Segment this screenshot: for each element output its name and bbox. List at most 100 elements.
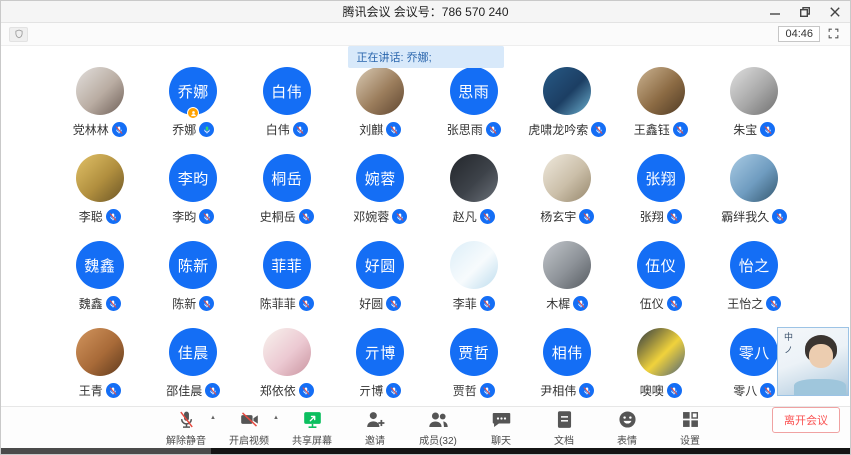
participant-tile[interactable]: 刘麒 [334,67,428,154]
mic-muted-icon[interactable] [106,383,121,398]
bottom-toolbar: 解除静音 ▲ 开启视频 ▲ 共享屏幕 邀请 成员(32) 聊天 文档 表情 设置… [1,406,850,448]
toolbar-button-members[interactable]: 成员(32) [416,409,460,447]
mic-muted-icon[interactable] [386,122,401,137]
participant-tile[interactable]: 亓博 亓博 [334,328,428,415]
minions-photo [637,328,685,376]
participant-tile[interactable]: 佳晨 邵佳晨 [147,328,241,415]
mic-muted-icon[interactable] [667,383,682,398]
mic-muted-icon[interactable] [480,383,495,398]
participant-tile[interactable]: 桐岳 史桐岳 [240,154,334,241]
participant-name: 刘麒 [359,121,383,138]
toolbar-button-mic-muted[interactable]: 解除静音 ▲ [164,409,208,447]
mic-active-icon[interactable] [199,122,214,137]
seal-cartoon-photo [450,241,498,289]
mic-muted-icon[interactable] [299,296,314,311]
participant-tile[interactable]: 党林林 [53,67,147,154]
mic-muted-icon[interactable] [760,383,775,398]
dark-hand-photo [450,154,498,202]
participant-tile[interactable]: 李菲 [427,241,521,328]
participant-tile[interactable]: 菲菲 陈菲菲 [240,241,334,328]
participant-tile[interactable]: 郑依依 [240,328,334,415]
mic-muted-icon[interactable] [480,209,495,224]
minimize-button[interactable] [760,1,790,23]
peace-sign-hand-photo [76,328,124,376]
mic-muted-icon[interactable] [667,296,682,311]
mic-muted-icon[interactable] [579,209,594,224]
mic-muted-icon[interactable] [106,296,121,311]
mic-muted-icon[interactable] [480,296,495,311]
participant-name: 邓婉蓉 [353,208,389,225]
camera-muted-icon [239,409,260,430]
participant-tile[interactable]: 赵凡 [427,154,521,241]
participant-tile[interactable]: 李昀 李昀 [147,154,241,241]
mic-muted-icon[interactable] [673,122,688,137]
toolbar-button-settings[interactable]: 设置 [668,409,712,447]
mic-muted-icon[interactable] [573,296,588,311]
mic-muted-icon[interactable] [386,296,401,311]
participant-tile[interactable]: 噢噢 [614,328,708,415]
person-sitting-photo [543,241,591,289]
host-badge-icon [187,107,199,119]
participant-tile[interactable]: 魏鑫 魏鑫 [53,241,147,328]
participant-tile[interactable]: 白伟 白伟 [240,67,334,154]
participant-name: 乔娜 [172,121,196,138]
mic-muted-icon[interactable] [199,209,214,224]
participant-name: 魏鑫 [79,295,103,312]
toolbar-button-doc[interactable]: 文档 [542,409,586,447]
toolbar-button-chat[interactable]: 聊天 [479,409,523,447]
mic-muted-icon[interactable] [392,209,407,224]
maximize-button[interactable] [790,1,820,23]
mic-muted-icon[interactable] [299,209,314,224]
boy-portrait-photo [356,67,404,115]
participant-tile[interactable]: 婉蓉 邓婉蓉 [334,154,428,241]
fullscreen-button[interactable] [827,27,842,42]
participant-tile[interactable]: 思雨 张思雨 [427,67,521,154]
mic-muted-icon[interactable] [760,122,775,137]
text-avatar: 佳晨 [169,328,217,376]
participant-tile[interactable]: 朱宝 [708,67,802,154]
toolbar-button-invite[interactable]: 邀请 [353,409,397,447]
mic-muted-icon[interactable] [299,383,314,398]
mic-muted-icon[interactable] [205,383,220,398]
participant-tile[interactable]: 李聪 [53,154,147,241]
options-caret-icon[interactable]: ▲ [210,415,216,421]
toolbar-button-camera-muted[interactable]: 开启视频 ▲ [227,409,271,447]
avatar-initials: 亓博 [365,342,396,363]
mic-muted-icon[interactable] [386,383,401,398]
toolbar-button-emoji[interactable]: 表情 [605,409,649,447]
text-avatar: 亓博 [356,328,404,376]
fullscreen-icon [827,27,840,40]
mic-muted-icon[interactable] [591,122,606,137]
text-avatar: 魏鑫 [76,241,124,289]
mic-muted-icon[interactable] [112,122,127,137]
leave-meeting-button[interactable]: 离开会议 [772,407,840,433]
mic-muted-icon[interactable] [106,209,121,224]
mic-muted-icon[interactable] [293,122,308,137]
close-button[interactable] [820,1,850,23]
options-caret-icon[interactable]: ▲ [273,415,279,421]
participant-tile[interactable]: 杨玄宇 [521,154,615,241]
mic-muted-icon[interactable] [772,209,787,224]
toolbar-button-label: 聊天 [491,432,511,447]
participant-tile[interactable]: 贾哲 贾哲 [427,328,521,415]
mic-muted-icon[interactable] [766,296,781,311]
participant-tile[interactable]: 相伟 尹相伟 [521,328,615,415]
participant-tile[interactable]: 怡之 王怡之 [708,241,802,328]
mic-muted-icon[interactable] [667,209,682,224]
mic-muted-icon[interactable] [199,296,214,311]
participant-tile[interactable]: 王鑫钰 [614,67,708,154]
participant-tile[interactable]: 霸绊我久 [708,154,802,241]
participant-tile[interactable]: 虎啸龙吟索 [521,67,615,154]
avatar-initials: 婉蓉 [365,168,396,189]
self-video-preview[interactable]: 中ノ [777,327,849,396]
mic-muted-icon[interactable] [579,383,594,398]
participant-tile[interactable]: 张翔 张翔 [614,154,708,241]
participant-tile[interactable]: 木樨 [521,241,615,328]
participant-tile[interactable]: 乔娜 乔娜 [147,67,241,154]
participant-tile[interactable]: 好圆 好圆 [334,241,428,328]
participant-tile[interactable]: 陈新 陈新 [147,241,241,328]
toolbar-button-share-screen[interactable]: 共享屏幕 [290,409,334,447]
participant-tile[interactable]: 王青 [53,328,147,415]
mic-muted-icon[interactable] [486,122,501,137]
participant-tile[interactable]: 伍仪 伍仪 [614,241,708,328]
